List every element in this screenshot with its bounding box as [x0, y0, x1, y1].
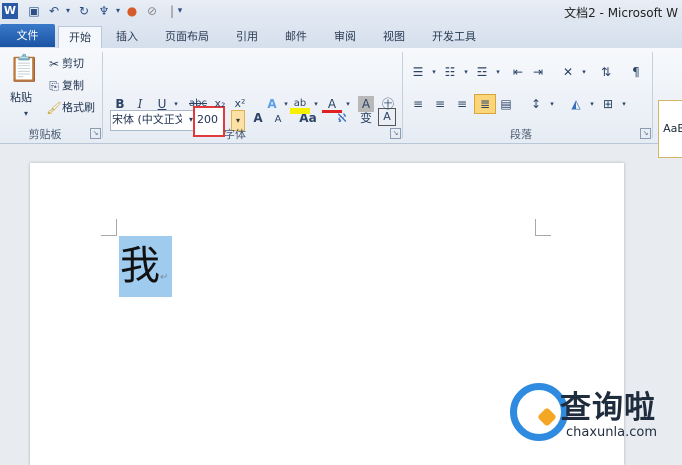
- paste-icon[interactable]: 📋: [8, 52, 40, 86]
- document-text[interactable]: 我: [120, 240, 160, 292]
- clipboard-launcher-icon[interactable]: ↘: [90, 128, 101, 139]
- font-color-dropdown-icon[interactable]: ▾: [338, 94, 358, 114]
- format-painter-icon[interactable]: 🖌: [44, 98, 64, 118]
- multilevel-dropdown-icon[interactable]: ▾: [488, 62, 508, 82]
- tab-home[interactable]: 开始: [58, 26, 102, 49]
- group-divider: [102, 52, 103, 138]
- sort-icon[interactable]: ⇅: [596, 62, 616, 82]
- decrease-indent-icon[interactable]: ⇤: [508, 62, 528, 82]
- format-painter-button[interactable]: 格式刷: [62, 98, 95, 118]
- ribbon: 📋 粘贴 ▾ ✂ 剪切 ⎘ 复制 🖌 格式刷 剪贴板 ↘ 宋体 (中文正文) ▾…: [0, 48, 682, 158]
- tab-review[interactable]: 审阅: [326, 26, 364, 47]
- paragraph-mark: ↵: [160, 272, 169, 283]
- borders-dropdown-icon[interactable]: ▾: [614, 94, 634, 114]
- paste-dropdown-icon[interactable]: ▾: [16, 104, 36, 124]
- tab-mailings[interactable]: 邮件: [277, 26, 315, 47]
- tab-file[interactable]: 文件: [0, 24, 55, 47]
- show-marks-icon[interactable]: ¶: [626, 62, 646, 82]
- tab-page-layout[interactable]: 页面布局: [158, 26, 216, 47]
- character-shading-button[interactable]: A: [358, 96, 374, 112]
- chinese-layout-dropdown-icon[interactable]: ▾: [574, 62, 594, 82]
- tab-developer[interactable]: 开发工具: [424, 26, 484, 47]
- margin-corner-top-right: [535, 235, 551, 236]
- copy-button[interactable]: 复制: [62, 76, 84, 96]
- font-launcher-icon[interactable]: ↘: [390, 128, 401, 139]
- tab-view[interactable]: 视图: [375, 26, 413, 47]
- group-divider: [402, 52, 403, 138]
- margin-corner-top-left: [116, 219, 117, 235]
- justify-icon[interactable]: ≣: [474, 94, 496, 114]
- italic-button[interactable]: I: [130, 94, 150, 114]
- align-left-icon[interactable]: ≡: [408, 94, 428, 114]
- clear-icon[interactable]: ⊘: [144, 3, 160, 19]
- align-center-icon[interactable]: ≡: [430, 94, 450, 114]
- font-group-label: 字体: [224, 128, 246, 141]
- strikethrough-button[interactable]: abc: [186, 94, 210, 114]
- subscript-button[interactable]: x₂: [210, 94, 230, 114]
- undo-dropdown-icon[interactable]: ▾: [60, 3, 76, 19]
- increase-indent-icon[interactable]: ⇥: [528, 62, 548, 82]
- word-app-icon[interactable]: W: [2, 3, 18, 19]
- redo-icon[interactable]: ↻: [76, 3, 92, 19]
- color-icon[interactable]: ●: [124, 3, 140, 19]
- copy-icon[interactable]: ⎘: [44, 76, 64, 96]
- margin-corner-top-left: [101, 235, 117, 236]
- scissors-icon[interactable]: ✂: [44, 54, 64, 74]
- underline-dropdown-icon[interactable]: ▾: [166, 94, 186, 114]
- bold-button[interactable]: B: [110, 94, 130, 114]
- clipboard-group-label: 剪贴板: [28, 128, 62, 141]
- superscript-button[interactable]: x²: [230, 94, 250, 114]
- group-divider: [652, 52, 653, 138]
- save-icon[interactable]: ▣: [26, 3, 42, 19]
- title-bar: W ▣ ↶ ▾ ↻ ♆ ▾ ● ⊘ | ▾ 文档2 - Microsoft W: [0, 0, 682, 22]
- tab-references[interactable]: 引用: [228, 26, 266, 47]
- paragraph-group-label: 段落: [510, 128, 532, 141]
- style-preview-tile[interactable]: AaB: [658, 100, 682, 158]
- ribbon-tab-bar: 文件 开始 插入 页面布局 引用 邮件 审阅 视图 开发工具: [0, 22, 682, 49]
- enclose-characters-icon[interactable]: ㊉: [378, 94, 398, 114]
- document-title: 文档2 - Microsoft W: [564, 6, 678, 20]
- line-spacing-dropdown-icon[interactable]: ▾: [542, 94, 562, 114]
- tab-insert[interactable]: 插入: [106, 26, 148, 47]
- customize-quick-access-icon[interactable]: ▾: [172, 3, 188, 19]
- align-right-icon[interactable]: ≡: [452, 94, 472, 114]
- cut-button[interactable]: 剪切: [62, 54, 84, 74]
- watermark-url: chaxunla.com: [566, 425, 657, 440]
- watermark-title: 查询啦: [560, 390, 656, 426]
- margin-corner-top-right: [535, 219, 536, 235]
- distributed-icon[interactable]: ▤: [496, 94, 516, 114]
- paragraph-launcher-icon[interactable]: ↘: [640, 128, 651, 139]
